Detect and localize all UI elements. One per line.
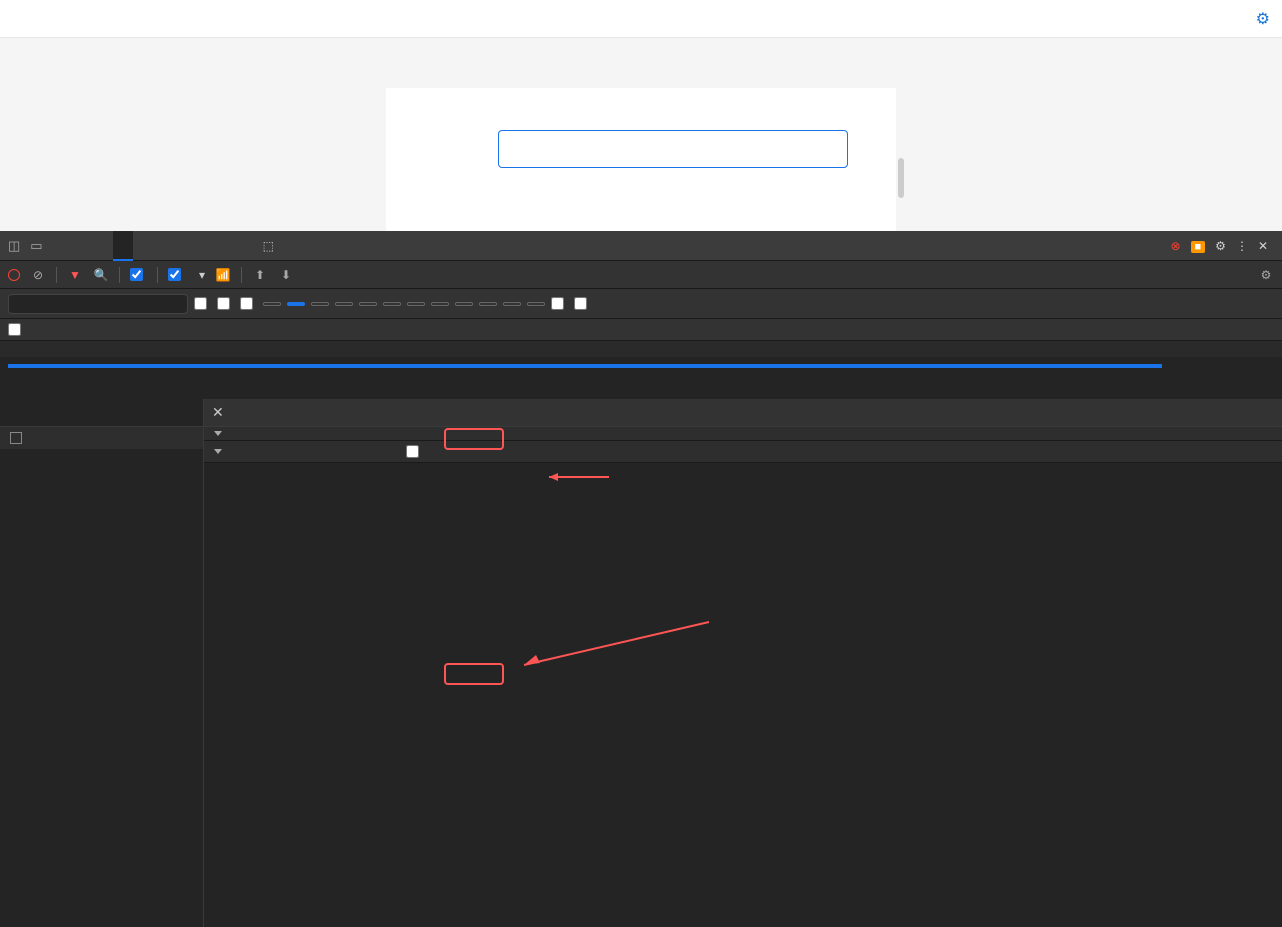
devtools-tabs: ◫ ▭ ⬚ ⊗ ■ ⚙ ⋮ ✕ — [0, 231, 1282, 261]
tab-sources[interactable] — [93, 231, 113, 261]
pill-img[interactable] — [407, 302, 425, 306]
disable-cache-check[interactable] — [168, 268, 185, 281]
login-card — [386, 88, 896, 231]
third-party-check[interactable] — [8, 323, 25, 336]
network-main: ✕ — [0, 399, 1282, 927]
tab-application[interactable] — [173, 231, 193, 261]
close-devtools-icon[interactable]: ✕ — [1258, 239, 1268, 253]
device-toggle-icon[interactable]: ▭ — [30, 238, 42, 254]
filter-input[interactable] — [8, 294, 188, 314]
search-icon[interactable]: 🔍 — [93, 267, 109, 283]
annotation-arrow-status — [544, 469, 614, 485]
raw-check[interactable] — [406, 445, 423, 458]
preserve-log-check[interactable] — [130, 268, 147, 281]
annotation-arrow-location — [504, 617, 714, 677]
tab-recorder[interactable] — [233, 231, 253, 261]
network-timeline[interactable] — [0, 341, 1282, 399]
header-right: ⚙ — [1240, 9, 1270, 29]
pill-other[interactable] — [527, 302, 545, 306]
detail-tabs: ✕ — [204, 399, 1282, 427]
tab-elements[interactable] — [53, 231, 73, 261]
file-icon — [10, 432, 22, 444]
scrollbar-thumb[interactable] — [898, 158, 904, 198]
request-list-header[interactable] — [0, 399, 203, 427]
error-count[interactable]: ⊗ — [1170, 239, 1180, 253]
login-row-username — [414, 130, 868, 168]
tab-security[interactable] — [193, 231, 213, 261]
pill-js[interactable] — [359, 302, 377, 306]
network-filter-bar — [0, 289, 1282, 319]
third-party-row — [0, 319, 1282, 341]
filter-icon[interactable]: ▼ — [67, 267, 83, 283]
response-headers-section[interactable] — [204, 441, 1282, 463]
username-input[interactable] — [498, 130, 848, 168]
inspect-icon[interactable]: ◫ — [8, 238, 20, 254]
gear-icon[interactable]: ⚙ — [1256, 9, 1270, 29]
pill-css[interactable] — [335, 302, 353, 306]
network-settings-icon[interactable]: ⚙ — [1258, 267, 1274, 283]
blocked-req-check[interactable] — [574, 297, 591, 310]
pill-media[interactable] — [431, 302, 449, 306]
download-icon[interactable]: ⬇ — [278, 267, 294, 283]
clear-icon[interactable]: ⊘ — [30, 267, 46, 283]
tab-lighthouse[interactable] — [213, 231, 233, 261]
devtools: ◫ ▭ ⬚ ⊗ ■ ⚙ ⋮ ✕ ⊘ ▼ 🔍 ▾ 📶 ⬆ — [0, 231, 1282, 927]
general-section[interactable] — [204, 427, 1282, 441]
pill-all[interactable] — [263, 302, 281, 306]
pill-fetch[interactable] — [287, 302, 305, 306]
timeline-bar — [8, 364, 1162, 368]
pill-font[interactable] — [383, 302, 401, 306]
tab-network[interactable] — [113, 231, 133, 261]
settings-icon[interactable]: ⚙ — [1215, 239, 1226, 253]
app-header: ⚙ — [0, 0, 1282, 38]
tab-memory[interactable] — [153, 231, 173, 261]
wifi-icon[interactable]: 📶 — [215, 267, 231, 283]
app-body — [0, 38, 1282, 231]
more-icon[interactable]: ⋮ — [1236, 239, 1248, 253]
request-item-dologin[interactable] — [0, 427, 203, 449]
hide-data-urls-check[interactable] — [217, 297, 234, 310]
hide-ext-urls-check[interactable] — [240, 297, 257, 310]
pill-doc[interactable] — [311, 302, 329, 306]
record-icon[interactable] — [8, 269, 20, 281]
warning-count[interactable]: ■ — [1191, 239, 1206, 253]
request-list — [0, 399, 204, 927]
detail-close-icon[interactable]: ✕ — [212, 404, 224, 421]
tab-performance[interactable] — [133, 231, 153, 261]
pill-manifest[interactable] — [455, 302, 473, 306]
request-detail: ✕ — [204, 399, 1282, 927]
blocked-cookies-check[interactable] — [551, 297, 568, 310]
pill-ws[interactable] — [479, 302, 497, 306]
annotation-box-location — [444, 663, 504, 685]
upload-icon[interactable]: ⬆ — [252, 267, 268, 283]
throttling-dropdown[interactable]: ▾ — [195, 268, 205, 282]
tab-console[interactable] — [73, 231, 93, 261]
invert-check[interactable] — [194, 297, 211, 310]
network-toolbar: ⊘ ▼ 🔍 ▾ 📶 ⬆ ⬇ ⚙ — [0, 261, 1282, 289]
pill-wasm[interactable] — [503, 302, 521, 306]
tab-perfinsights[interactable]: ⬚ — [253, 231, 284, 261]
